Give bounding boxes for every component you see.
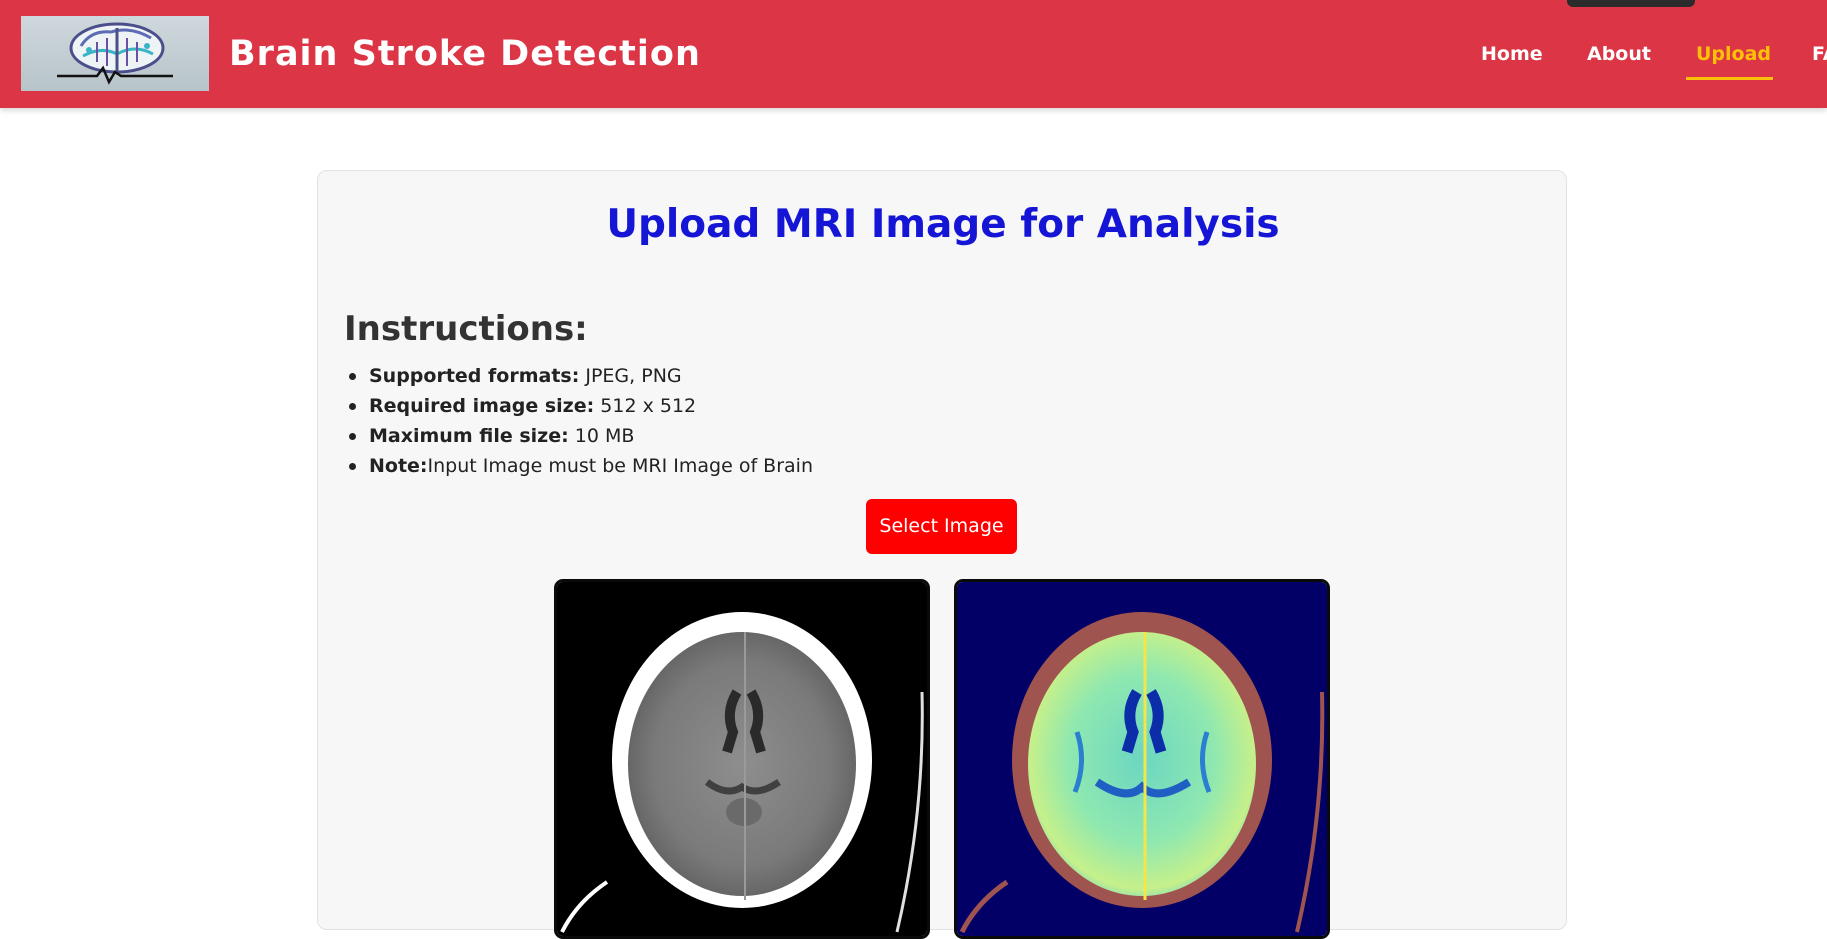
instruction-note: Note:Input Image must be MRI Image of Br… — [344, 451, 813, 481]
navbar: Brain Stroke Detection Home About Upload… — [0, 0, 1827, 108]
processed-scan-image — [954, 579, 1330, 939]
instruction-label: Note: — [369, 455, 428, 477]
instruction-value: Input Image must be MRI Image of Brain — [427, 455, 813, 477]
original-scan-image — [554, 579, 930, 939]
nav-faq[interactable]: FAQ — [1812, 40, 1827, 68]
instruction-file-size: Maximum file size: 10 MB — [344, 421, 813, 451]
upload-title: Upload MRI Image for Analysis — [606, 202, 1280, 247]
brain-scan-colormap-icon — [957, 582, 1327, 936]
instruction-value: 512 x 512 — [594, 395, 697, 417]
nav-upload[interactable]: Upload — [1696, 40, 1771, 68]
select-image-button[interactable]: Select Image — [866, 499, 1017, 554]
instruction-formats: Supported formats: JPEG, PNG — [344, 361, 813, 391]
instructions-list: Supported formats: JPEG, PNG Required im… — [344, 361, 813, 481]
instructions-heading: Instructions: — [344, 309, 588, 349]
instruction-label: Maximum file size: — [369, 425, 569, 447]
brand-title[interactable]: Brain Stroke Detection — [229, 33, 701, 75]
brain-circuit-icon — [57, 22, 173, 85]
nav-home[interactable]: Home — [1481, 40, 1543, 68]
nav-about[interactable]: About — [1587, 40, 1651, 68]
nav-active-underline — [1686, 77, 1773, 80]
instruction-value: JPEG, PNG — [579, 365, 682, 387]
upload-card: Upload MRI Image for Analysis Instructio… — [317, 170, 1567, 939]
brain-scan-grayscale-icon — [557, 582, 927, 936]
instruction-value: 10 MB — [568, 425, 635, 447]
instruction-label: Required image size: — [369, 395, 595, 417]
instruction-size: Required image size: 512 x 512 — [344, 391, 813, 421]
brain-logo[interactable] — [21, 16, 209, 91]
tooltip-fragment — [1567, 0, 1695, 7]
instruction-label: Supported formats: — [369, 365, 580, 387]
